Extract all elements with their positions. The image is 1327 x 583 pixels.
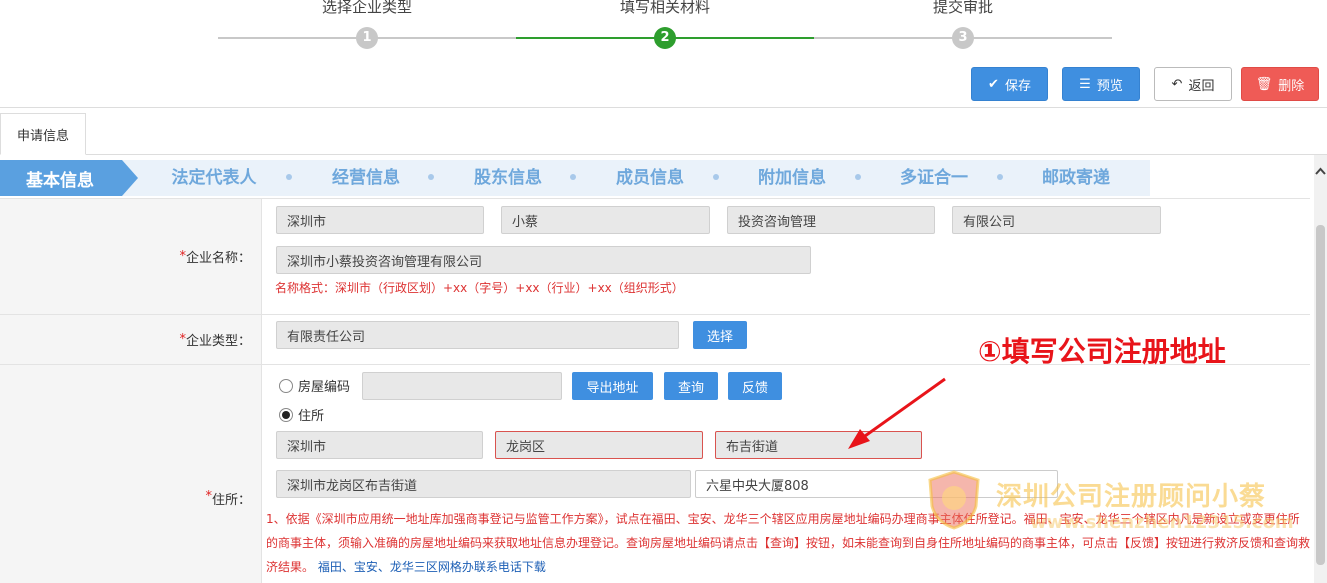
save-button[interactable]: ✔ 保存 — [971, 67, 1048, 101]
full-name-field[interactable]: 深圳市小蔡投资咨询管理有限公司 — [276, 246, 811, 274]
nav-separator-dot — [855, 174, 861, 180]
section-nav: 基本信息 法定代表人 经营信息 股东信息 成员信息 附加信息 多证合一 邮政寄递 — [0, 160, 1150, 196]
company-name-label: * 企业名称： — [0, 199, 262, 314]
grid-office-phone-download-link[interactable]: 福田、宝安、龙华三区网格办联系电话下载 — [318, 560, 546, 574]
section-multi-certificate[interactable]: 多证合一 — [900, 160, 968, 196]
step-3-dot: 3 — [952, 27, 974, 49]
annotation-arrow-icon — [848, 377, 946, 449]
city-field[interactable]: 深圳市 — [276, 431, 483, 459]
list-icon: ☰ — [1079, 76, 1091, 92]
trash-icon: 🗑 — [1255, 76, 1273, 92]
scrollbar[interactable] — [1314, 155, 1327, 583]
address-label: * 住所： — [0, 365, 262, 583]
back-button-label: 返回 — [1188, 78, 1215, 94]
radio-house-code-label: 房屋编码 — [298, 380, 351, 395]
step-2-dot: 2 — [654, 27, 676, 49]
section-additional-info[interactable]: 附加信息 — [758, 160, 826, 196]
company-name-label-text: 企业名称： — [185, 251, 251, 266]
radio-house-code[interactable]: 房屋编码 — [279, 376, 350, 395]
save-button-label: 保存 — [1004, 78, 1031, 94]
company-type-field[interactable]: 有限责任公司 — [276, 321, 679, 349]
query-button[interactable]: 查询 — [664, 372, 718, 400]
section-legal-representative[interactable]: 法定代表人 — [172, 160, 257, 196]
address-policy-note: 1、依据《深圳市应用统一地址库加强商事登记与监管工作方案》，试点在福田、宝安、龙… — [266, 507, 1310, 579]
company-type-label: * 企业类型： — [0, 315, 262, 364]
name-brand-field[interactable]: 小蔡 — [501, 206, 710, 234]
radio-residence-label: 住所 — [298, 409, 325, 424]
district-field[interactable]: 龙岗区 — [495, 431, 703, 459]
tab-application-info[interactable]: 申请信息 — [0, 113, 86, 155]
undo-arrow-icon: ↶ — [1171, 76, 1183, 92]
name-format-hint: 名称格式：深圳市（行政区划）+xx（字号）+xx（行业）+xx（组织形式） — [275, 281, 684, 295]
select-type-button[interactable]: 选择 — [693, 321, 747, 349]
check-icon: ✔ — [988, 76, 999, 92]
step-1-dot: 1 — [356, 27, 378, 49]
name-org-form-field[interactable]: 有限公司 — [952, 206, 1161, 234]
section-postal-delivery[interactable]: 邮政寄递 — [1042, 160, 1110, 196]
export-address-button[interactable]: 导出地址 — [572, 372, 653, 400]
radio-house-code-circle — [279, 378, 293, 393]
section-shareholder-info[interactable]: 股东信息 — [474, 160, 542, 196]
tab-bar-line — [0, 154, 1327, 155]
nav-separator-dot — [286, 174, 292, 180]
feedback-button[interactable]: 反馈 — [728, 372, 782, 400]
back-button[interactable]: ↶ 返回 — [1154, 67, 1232, 101]
toolbar-divider — [0, 107, 1327, 108]
preview-button-label: 预览 — [1096, 78, 1123, 94]
section-business-info[interactable]: 经营信息 — [332, 160, 400, 196]
name-region-field[interactable]: 深圳市 — [276, 206, 484, 234]
annotation-label: ①填写公司注册地址 — [978, 335, 1226, 368]
nav-separator-dot — [997, 174, 1003, 180]
progress-stepper: 选择企业类型 1 填写相关材料 2 提交审批 3 — [0, 0, 1327, 60]
section-member-info[interactable]: 成员信息 — [616, 160, 684, 196]
step-3-label: 提交审批 — [932, 0, 994, 16]
company-type-label-text: 企业类型： — [185, 334, 251, 349]
combined-address-field[interactable]: 深圳市龙岗区布吉街道 — [276, 470, 691, 498]
nav-separator-dot — [713, 174, 719, 180]
address-detail-input[interactable]: 六星中央大厦808 — [695, 470, 1058, 498]
nav-separator-dot — [570, 174, 576, 180]
delete-button-label: 删除 — [1278, 78, 1305, 94]
step-1-label: 选择企业类型 — [321, 0, 413, 16]
section-basic-info[interactable]: 基本信息 — [0, 160, 138, 196]
preview-button[interactable]: ☰ 预览 — [1062, 67, 1140, 101]
house-code-input[interactable] — [362, 372, 562, 400]
scroll-thumb[interactable] — [1316, 225, 1325, 565]
scroll-up-icon — [1315, 167, 1326, 175]
delete-button[interactable]: 🗑 删除 — [1241, 67, 1319, 101]
address-label-text: 住所： — [211, 493, 251, 508]
radio-residence[interactable]: 住所 — [279, 405, 324, 424]
name-industry-field[interactable]: 投资咨询管理 — [727, 206, 935, 234]
nav-separator-dot — [428, 174, 434, 180]
step-2-label: 填写相关材料 — [619, 0, 711, 16]
radio-residence-circle — [279, 407, 293, 422]
